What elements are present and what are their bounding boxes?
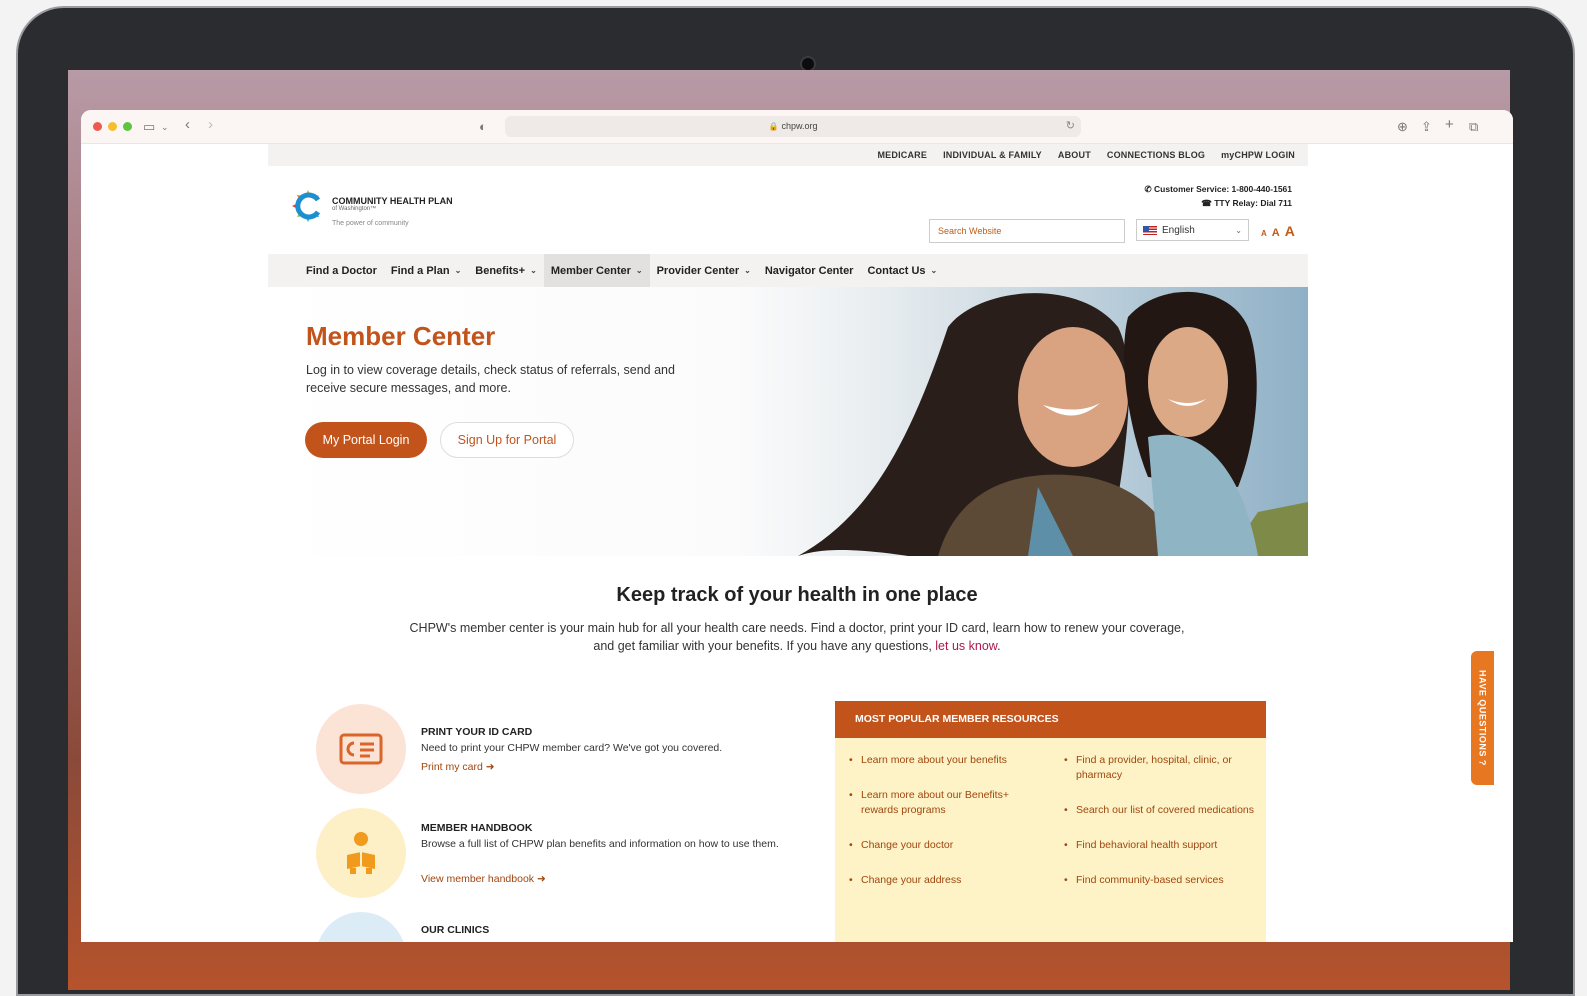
- popular-link[interactable]: Search our list of covered medications: [1064, 803, 1254, 818]
- nav-provider-center[interactable]: Provider Center ⌄: [650, 254, 758, 287]
- popular-link[interactable]: Find a provider, hospital, clinic, or ph…: [1064, 753, 1254, 783]
- privacy-shield-icon[interactable]: ◐: [479, 118, 487, 136]
- browser-window: ▭ ⌄ ‹ › ◐ 🔒 chpw.org ↻ ⊕ ⇪ + ⧉ MEDICARE I…: [81, 110, 1513, 942]
- popular-link[interactable]: Learn more about our Benefits+ rewards p…: [849, 788, 1039, 818]
- forward-icon[interactable]: ›: [208, 116, 213, 134]
- popular-link[interactable]: Change your address: [849, 873, 1039, 888]
- text-size-medium[interactable]: A: [1272, 227, 1280, 239]
- utility-link-medicare[interactable]: MEDICARE: [877, 150, 927, 160]
- nav-label: Contact Us: [867, 264, 926, 277]
- logo-name: COMMUNITY HEALTH PLAN: [332, 196, 453, 206]
- popular-col-right: Find a provider, hospital, clinic, or ph…: [1064, 753, 1254, 908]
- text-size-large[interactable]: A: [1285, 223, 1295, 239]
- new-tab-icon[interactable]: +: [1445, 116, 1454, 134]
- intro-text: CHPW's member center is your main hub fo…: [409, 621, 1185, 653]
- chevron-down-icon: ⌄: [930, 266, 938, 275]
- contact-info: ✆ Customer Service: 1-800-440-1561 ☎ TTY…: [1145, 182, 1292, 210]
- nav-benefits[interactable]: Benefits+ ⌄: [468, 254, 544, 287]
- portal-signup-button[interactable]: Sign Up for Portal: [440, 422, 574, 458]
- nav-find-a-doctor[interactable]: Find a Doctor: [299, 254, 384, 287]
- resource-title-handbook: MEMBER HANDBOOK: [421, 822, 533, 834]
- sidebar-toggle-icon[interactable]: ▭: [143, 118, 155, 136]
- nav-label: Provider Center: [656, 264, 740, 277]
- text-size-controls: A A A: [1261, 223, 1295, 239]
- resource-title-clinics: OUR CLINICS: [421, 924, 490, 936]
- nav-label: Find a Doctor: [306, 264, 377, 277]
- popular-resources-heading: MOST POPULAR MEMBER RESOURCES: [835, 701, 1266, 738]
- language-select[interactable]: English ⌄: [1136, 219, 1249, 241]
- hero-description: Log in to view coverage details, check s…: [306, 363, 675, 395]
- print-card-link[interactable]: Print my card ➜: [421, 761, 495, 773]
- chevron-down-icon: ⌄: [530, 266, 537, 275]
- share-icon[interactable]: ⇪: [1421, 118, 1432, 136]
- language-selected: English: [1162, 224, 1195, 236]
- us-flag-icon: [1143, 225, 1157, 235]
- utility-link-connections-blog[interactable]: CONNECTIONS BLOG: [1107, 150, 1205, 160]
- section-intro: CHPW's member center is your main hub fo…: [407, 620, 1187, 655]
- nav-label: Find a Plan: [390, 264, 450, 277]
- id-card-icon: [316, 704, 406, 794]
- logo-tagline: The power of community: [332, 220, 409, 227]
- nav-contact-us[interactable]: Contact Us ⌄: [860, 254, 944, 287]
- browser-titlebar: ▭ ⌄ ‹ › ◐ 🔒 chpw.org ↻ ⊕ ⇪ + ⧉: [81, 110, 1513, 144]
- address-bar[interactable]: 🔒 chpw.org ↻: [505, 116, 1081, 137]
- popular-link[interactable]: Find behavioral health support: [1064, 838, 1254, 853]
- utility-nav: MEDICARE INDIVIDUAL & FAMILY ABOUT CONNE…: [268, 144, 1308, 166]
- tty-icon: ☎: [1201, 198, 1215, 208]
- window-controls: [93, 122, 132, 131]
- reload-icon[interactable]: ↻: [1066, 116, 1075, 137]
- logo-mark-icon: [292, 190, 321, 222]
- popular-col-left: Learn more about your benefits Learn mor…: [849, 753, 1039, 908]
- resource-title-id-card: PRINT YOUR ID CARD: [421, 726, 533, 738]
- nav-find-a-plan[interactable]: Find a Plan ⌄: [384, 254, 468, 287]
- main-nav: Find a Doctor Find a Plan ⌄ Benefits+ ⌄ Me…: [268, 254, 1308, 287]
- utility-link-individual-family[interactable]: INDIVIDUAL & FAMILY: [943, 150, 1042, 160]
- web-page: MEDICARE INDIVIDUAL & FAMILY ABOUT CONNE…: [81, 144, 1513, 942]
- lock-icon: 🔒: [768, 122, 779, 131]
- nav-label: Member Center: [550, 264, 631, 277]
- chevron-down-icon: ⌄: [744, 266, 751, 275]
- have-questions-tab[interactable]: HAVE QUESTIONS ?: [1471, 651, 1494, 785]
- nav-label: Benefits+: [475, 264, 526, 277]
- chevron-down-icon: ⌄: [454, 266, 462, 275]
- popular-resources-panel: MOST POPULAR MEMBER RESOURCES Learn more…: [835, 701, 1266, 942]
- reader-icon: [316, 808, 406, 898]
- nav-navigator-center[interactable]: Navigator Center: [758, 254, 861, 287]
- site-logo[interactable]: COMMUNITY HEALTH PLAN of Washington™ The…: [288, 184, 468, 234]
- let-us-know-link[interactable]: let us know: [935, 639, 997, 653]
- view-handbook-link[interactable]: View member handbook ➜: [421, 873, 546, 885]
- resource-text-id-card: Need to print your CHPW member card? We'…: [421, 742, 723, 754]
- section-title: Keep track of your health in one place: [616, 584, 978, 606]
- maximize-window-button[interactable]: [123, 122, 132, 131]
- hero-banner: Member Center Log in to view coverage de…: [268, 287, 1308, 556]
- clinic-icon: [316, 912, 406, 942]
- utility-link-mychpw-login[interactable]: myCHPW LOGIN: [1221, 150, 1295, 160]
- back-icon[interactable]: ‹: [185, 116, 190, 134]
- resource-text-handbook: Browse a full list of CHPW plan benefits…: [421, 838, 779, 850]
- portal-login-button[interactable]: My Portal Login: [305, 422, 427, 458]
- popular-link[interactable]: Learn more about your benefits: [849, 753, 1039, 768]
- tty-relay: TTY Relay: Dial 711: [1214, 198, 1292, 208]
- utility-link-about[interactable]: ABOUT: [1058, 150, 1091, 160]
- hero-photo-mother-daughter: [788, 287, 1308, 556]
- popular-link[interactable]: Find community-based services: [1064, 873, 1254, 888]
- search-input[interactable]: Search Website: [929, 219, 1125, 243]
- tab-overview-icon[interactable]: ⧉: [1469, 118, 1478, 136]
- chevron-down-icon[interactable]: ⌄: [161, 118, 169, 136]
- download-icon[interactable]: ⊕: [1397, 118, 1408, 136]
- phone-icon: ✆: [1144, 184, 1155, 194]
- hero-title: Member Center: [306, 321, 496, 351]
- intro-end: .: [997, 638, 1001, 653]
- logo-subtitle: of Washington™: [332, 206, 377, 212]
- customer-service-phone[interactable]: Customer Service: 1-800-440-1561: [1154, 184, 1292, 194]
- minimize-window-button[interactable]: [108, 122, 117, 131]
- chevron-down-icon: ⌄: [1235, 225, 1242, 235]
- url-text: chpw.org: [781, 121, 818, 131]
- text-size-small[interactable]: A: [1261, 229, 1267, 238]
- chevron-down-icon: ⌄: [635, 266, 643, 275]
- popular-link[interactable]: Change your doctor: [849, 838, 1039, 853]
- nav-label: Navigator Center: [764, 264, 854, 277]
- nav-member-center[interactable]: Member Center ⌄: [543, 254, 650, 287]
- close-window-button[interactable]: [93, 122, 102, 131]
